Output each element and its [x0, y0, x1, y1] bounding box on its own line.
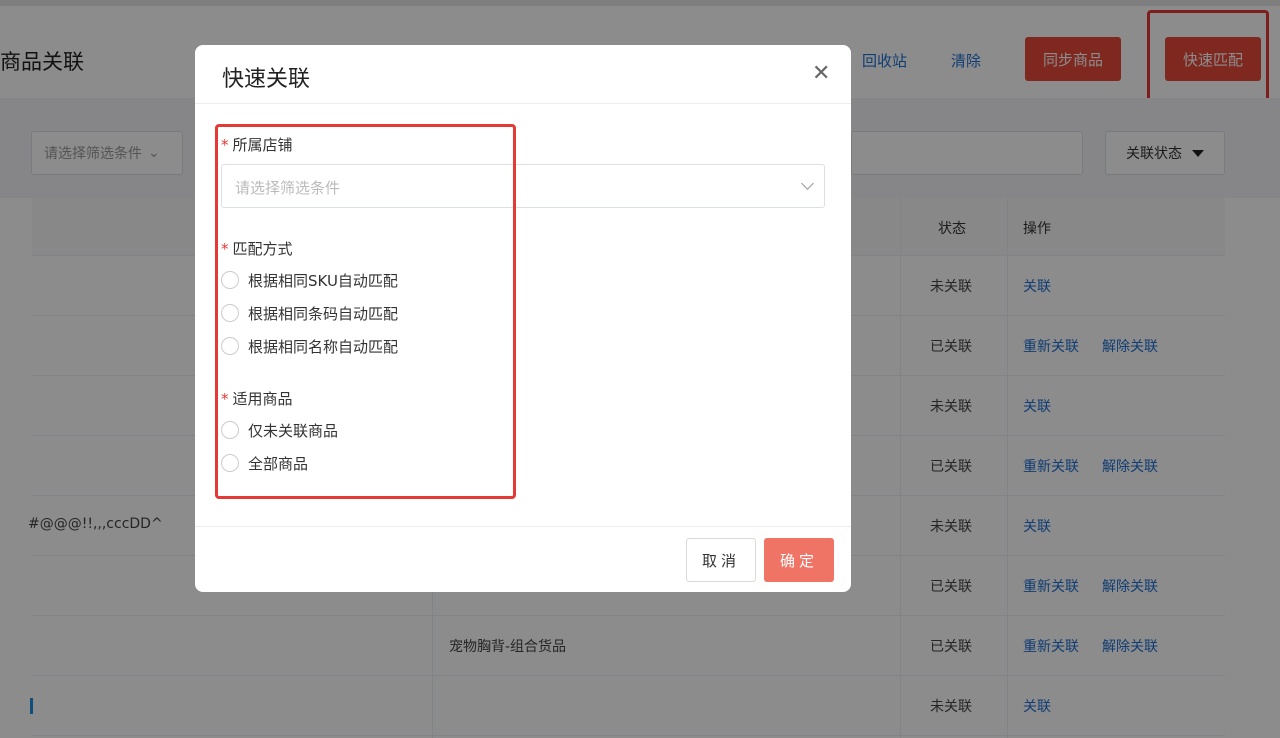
cancel-button[interactable]: 取消: [686, 538, 756, 582]
dialog-header: 快速关联 ✕: [195, 45, 851, 104]
dialog-title: 快速关联: [222, 67, 311, 92]
form-highlight: [215, 124, 516, 499]
chevron-down-icon: [801, 177, 814, 190]
confirm-button[interactable]: 确定: [764, 538, 834, 582]
close-icon[interactable]: ✕: [812, 63, 830, 85]
quick-link-dialog: 快速关联 ✕ * 所属店铺 请选择筛选条件 * 匹配方式 根据相同SKU自动匹配 根…: [195, 45, 851, 592]
